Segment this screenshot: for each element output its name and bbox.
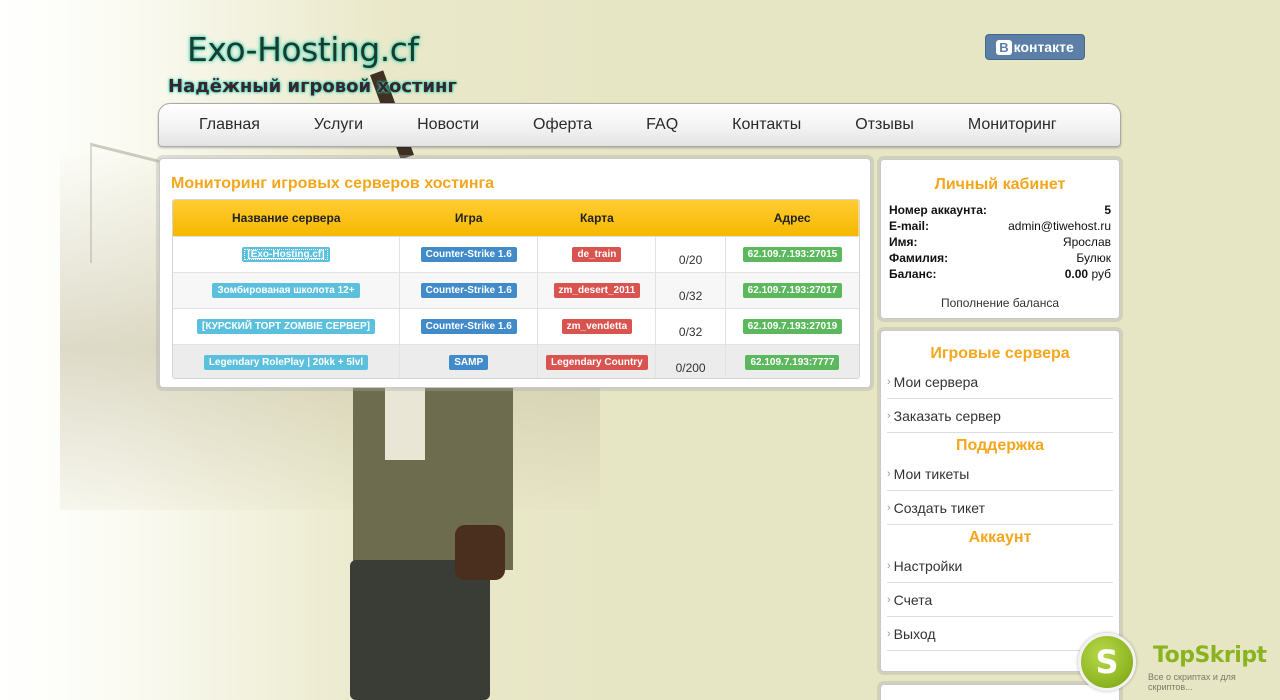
balance-value: 0.00: [1064, 267, 1089, 281]
account-section-title: Аккаунт: [968, 529, 1032, 546]
server-name-label[interactable]: [Exo-Hosting.cf]: [242, 247, 330, 262]
chevron-right-icon: ›: [887, 559, 891, 572]
site-logo[interactable]: Exo-Hosting.cf: [187, 30, 419, 69]
server-address-label[interactable]: 62.109.7.193:27017: [742, 283, 843, 298]
server-name-label[interactable]: [КУРСКИЙ ТОРТ ZOMBIE СЕРВЕР]: [196, 319, 375, 334]
server-address-label[interactable]: 62.109.7.193:27019: [742, 319, 843, 334]
account-panel: Личный кабинет Номер аккаунта: 5 E-mail:…: [880, 159, 1120, 319]
account-row-email: E-mail: admin@tiwehost.ru: [889, 219, 1111, 233]
chevron-right-icon: ›: [887, 593, 891, 606]
monitoring-panel: Мониторинг игровых серверов хостинга Наз…: [159, 158, 871, 388]
server-name-label[interactable]: Зомбированая школота 12+: [212, 283, 360, 298]
sidebar-item-order-server[interactable]: › Заказать сервер: [887, 399, 1113, 433]
servers-table: Название сервера Игра Карта Адрес [Exo-H…: [172, 199, 860, 379]
account-row-id: Номер аккаунта: 5: [889, 203, 1111, 217]
sidebar-item-settings[interactable]: › Настройки: [887, 549, 1113, 583]
column-header-name: Название сервера: [231, 210, 341, 225]
sidebar-menu: Игровые сервера › Мои сервера › Заказать с…: [880, 330, 1120, 672]
site-tagline: Надёжный игровой хостинг: [168, 76, 457, 97]
sidebar-item-logout[interactable]: › Выход: [887, 617, 1113, 651]
vk-logo-icon: B: [996, 39, 1012, 55]
topskript-tagline: Все о скриптах и для скриптов...: [1148, 672, 1236, 692]
monitoring-title: Мониторинг игровых серверов хостинга: [171, 175, 495, 192]
bottom-panel: [880, 684, 1120, 700]
nav-item-news[interactable]: Новости: [390, 116, 506, 134]
servers-section-title: Игровые сервера: [930, 345, 1070, 362]
chevron-right-icon: ›: [887, 375, 891, 388]
account-title: Личный кабинет: [934, 176, 1066, 193]
main-nav: Главная Услуги Новости Оферта FAQ Контак…: [158, 103, 1121, 147]
server-game-label: Counter-Strike 1.6: [420, 283, 517, 298]
table-row: Зомбированая школота 12+ Counter-Strike …: [173, 272, 859, 308]
balance-currency: руб: [1091, 267, 1111, 281]
column-header-address: Адрес: [773, 210, 811, 225]
column-header-game: Игра: [454, 210, 483, 225]
nav-item-reviews[interactable]: Отзывы: [828, 116, 941, 134]
nav-item-home[interactable]: Главная: [172, 116, 287, 134]
server-map-label: de_train: [572, 247, 622, 262]
server-players: 0/20: [655, 236, 726, 272]
vkontakte-button[interactable]: B контакте: [985, 34, 1085, 60]
column-header-map: Карта: [579, 210, 614, 225]
server-players: 0/200: [655, 344, 726, 378]
server-name-label[interactable]: Legendary RolePlay | 20kk + 5lvl: [203, 355, 369, 371]
column-header-players: [656, 200, 726, 236]
nav-item-services[interactable]: Услуги: [287, 116, 390, 134]
server-game-label: Counter-Strike 1.6: [420, 247, 517, 262]
topskript-name: TopSkript: [1153, 643, 1267, 668]
server-map-label: zm_desert_2011: [553, 283, 641, 298]
account-row-firstname: Имя: Ярослав: [889, 235, 1111, 249]
account-info: Номер аккаунта: 5 E-mail: admin@tiwehost…: [889, 202, 1111, 282]
nav-item-faq[interactable]: FAQ: [619, 116, 705, 134]
server-players: 0/32: [655, 308, 726, 344]
sidebar-item-my-tickets[interactable]: › Мои тикеты: [887, 457, 1113, 491]
server-game-label: SAMP: [449, 355, 489, 371]
server-map-label: zm_vendetta: [561, 319, 633, 334]
topup-balance-link[interactable]: Пополнение баланса: [881, 296, 1119, 310]
sidebar-item-my-servers[interactable]: › Мои сервера: [887, 365, 1113, 399]
server-address-label[interactable]: 62.109.7.193:7777: [745, 355, 840, 371]
support-section-title: Поддержка: [955, 437, 1045, 454]
chevron-right-icon: ›: [887, 409, 891, 422]
server-map-label: Legendary Country: [546, 355, 648, 371]
account-row-lastname: Фамилия: Булюк: [889, 251, 1111, 265]
sidebar-item-create-ticket[interactable]: › Создать тикет: [887, 491, 1113, 525]
table-row: [КУРСКИЙ ТОРТ ZOMBIE СЕРВЕР] Counter-Str…: [173, 308, 859, 344]
account-row-balance: Баланс: 0.00 руб: [889, 267, 1111, 281]
vk-label: контакте: [1013, 39, 1074, 55]
server-players: 0/32: [655, 272, 726, 308]
chevron-right-icon: ›: [887, 627, 891, 640]
nav-item-offer[interactable]: Оферта: [506, 116, 619, 134]
chevron-right-icon: ›: [887, 501, 891, 514]
table-row: [Exo-Hosting.cf] Counter-Strike 1.6 de_t…: [173, 236, 859, 272]
table-header-row: Название сервера Игра Карта Адрес: [173, 200, 859, 236]
topskript-logo-icon: S: [1078, 633, 1136, 691]
chevron-right-icon: ›: [887, 467, 891, 480]
nav-item-contacts[interactable]: Контакты: [705, 116, 828, 134]
server-address-label[interactable]: 62.109.7.193:27015: [742, 247, 843, 262]
server-game-label: Counter-Strike 1.6: [420, 319, 517, 334]
table-row: Legendary RolePlay | 20kk + 5lvl SAMP Le…: [173, 344, 859, 378]
nav-item-monitoring[interactable]: Мониторинг: [941, 116, 1084, 134]
sidebar-item-invoices[interactable]: › Счета: [887, 583, 1113, 617]
